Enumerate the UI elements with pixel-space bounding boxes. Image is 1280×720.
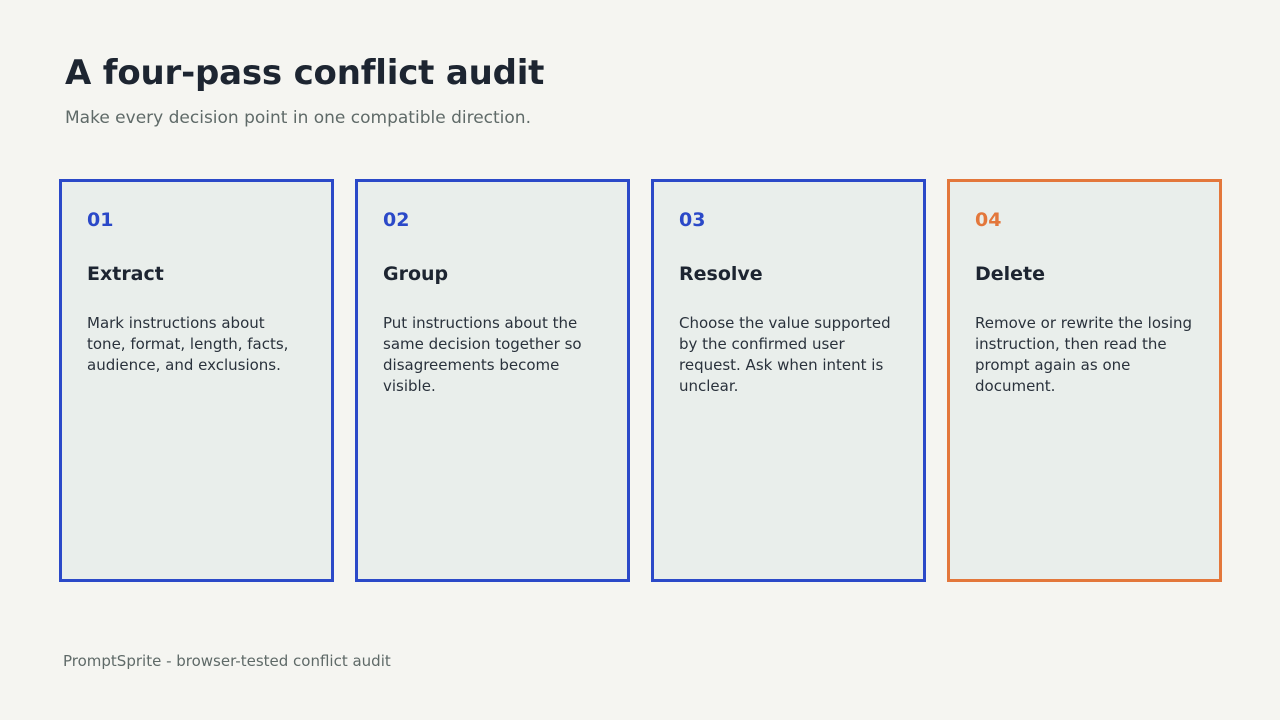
- step-card-group: 02 Group Put instructions about the same…: [355, 179, 630, 582]
- step-title: Delete: [975, 263, 1046, 285]
- footer-credit: PromptSprite - browser-tested conflict a…: [63, 652, 391, 670]
- step-number: 03: [679, 209, 706, 231]
- slide-title: A four-pass conflict audit: [65, 53, 545, 93]
- step-card-delete: 04 Delete Remove or rewrite the losing i…: [947, 179, 1222, 582]
- step-title: Extract: [87, 263, 164, 285]
- step-card-extract: 01 Extract Mark instructions about tone,…: [59, 179, 334, 582]
- step-number: 01: [87, 209, 114, 231]
- step-cards: 01 Extract Mark instructions about tone,…: [59, 179, 1222, 582]
- slide: A four-pass conflict audit Make every de…: [0, 0, 1280, 720]
- step-description: Mark instructions about tone, format, le…: [87, 314, 289, 374]
- step-description: Choose the value supported by the confir…: [679, 314, 891, 395]
- step-card-resolve: 03 Resolve Choose the value supported by…: [651, 179, 926, 582]
- step-description: Put instructions about the same decision…: [383, 314, 582, 395]
- step-title: Group: [383, 263, 449, 285]
- step-title: Resolve: [679, 263, 763, 285]
- slide-subtitle: Make every decision point in one compati…: [65, 108, 531, 128]
- step-description: Remove or rewrite the losing instruction…: [975, 314, 1193, 395]
- step-number: 02: [383, 209, 410, 231]
- step-number: 04: [975, 209, 1002, 231]
